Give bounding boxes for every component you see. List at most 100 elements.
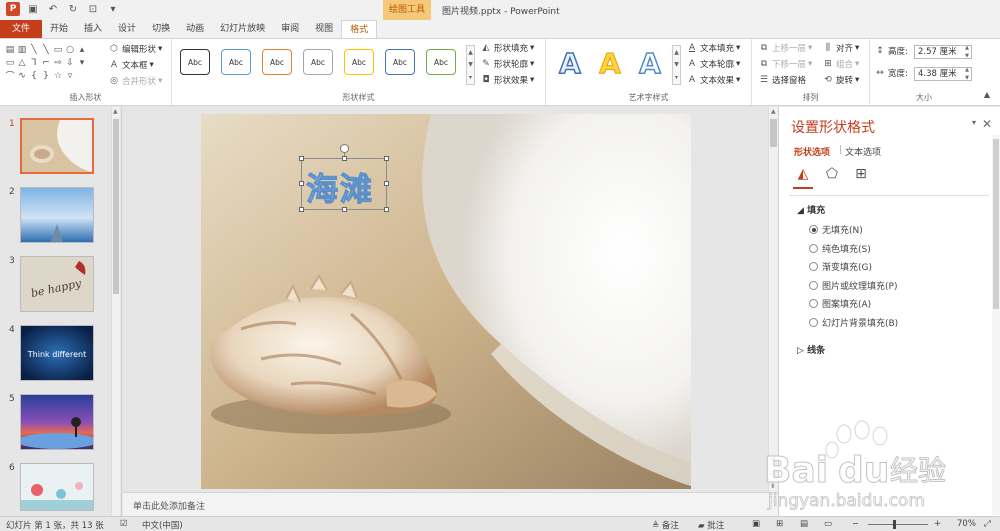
rotate-handle[interactable] — [340, 144, 349, 153]
triangle-shape-icon[interactable]: △ — [16, 56, 28, 69]
tab-review[interactable]: 审阅 — [273, 20, 307, 38]
powerpoint-logo-icon[interactable]: P — [6, 2, 20, 16]
tab-design[interactable]: 设计 — [110, 20, 144, 38]
wordart-gallery-scroll[interactable]: ▲ ▼ ▾ — [672, 45, 681, 85]
comments-toggle-button[interactable]: ▰ 批注 — [698, 519, 724, 531]
tab-home[interactable]: 开始 — [42, 20, 76, 38]
wordart-style-white-blue[interactable]: A — [632, 46, 668, 81]
width-spinner[interactable]: ▲ ▼ — [963, 67, 971, 81]
shape-style-preset[interactable]: Abc — [221, 49, 251, 75]
resize-handle[interactable] — [384, 156, 389, 161]
resize-handle[interactable] — [299, 181, 304, 186]
format-pane-scroll-thumb[interactable] — [993, 139, 999, 309]
more-shapes-icon[interactable]: ▴ — [76, 43, 88, 56]
radio-button[interactable] — [809, 317, 818, 327]
resize-handle[interactable] — [384, 181, 389, 186]
text-fill-button[interactable]: A 文本填充 ▾ — [686, 42, 740, 54]
zoom-slider[interactable] — [868, 524, 928, 525]
group-button[interactable]: ⊞ 组合 ▾ — [822, 58, 859, 70]
start-slideshow-icon[interactable]: ⊡ — [86, 2, 100, 16]
thumbnail-panel-scrollbar[interactable]: ▲ — [111, 107, 120, 516]
line-shape-icon[interactable]: ╲ — [40, 43, 52, 56]
customize-qat-icon[interactable]: ▾ — [106, 2, 120, 16]
tab-shape-options[interactable]: 形状选项 — [794, 145, 830, 158]
zoom-out-icon[interactable]: − — [852, 519, 859, 529]
close-icon[interactable]: ✕ — [982, 117, 992, 131]
fill-option[interactable]: 图片或纹理填充(P) — [809, 279, 897, 292]
shape-style-preset[interactable]: Abc — [385, 49, 415, 75]
style-gallery-scroll[interactable]: ▲ ▼ ▾ — [466, 45, 475, 85]
connector-icon[interactable]: ⌐ — [40, 56, 52, 69]
rotate-button[interactable]: ⟲ 旋转 ▾ — [822, 74, 859, 86]
freeform-icon[interactable]: ∿ — [16, 69, 28, 82]
thumbnail-scroll-thumb[interactable] — [113, 119, 119, 294]
fit-slide-icon[interactable]: ⤢ — [984, 519, 991, 529]
shape-style-preset[interactable]: Abc — [303, 49, 333, 75]
slide-thumbnail-1[interactable] — [20, 118, 94, 174]
shapes-gallery[interactable]: ▤ ▥ ╲ ╲ ▭ ○ ▴ ▭ △ ⅂ ⌐ ⇨ ⇩ ▾ ⌒ ∿ { } ☆ ▿ — [4, 43, 100, 83]
zoom-in-icon[interactable]: + — [934, 519, 941, 529]
radio-button[interactable] — [809, 262, 818, 271]
star-shape-icon[interactable]: ☆ — [52, 69, 64, 82]
resize-handle[interactable] — [384, 207, 389, 212]
wordart-style-gold[interactable]: A — [592, 47, 628, 81]
vertical-textbox-shape-icon[interactable]: ▥ — [16, 43, 28, 56]
line-shape-icon[interactable]: ╲ — [28, 43, 40, 56]
notes-toggle-button[interactable]: ≜ 备注 — [652, 519, 679, 531]
more-shapes-icon[interactable]: ▾ — [76, 56, 88, 69]
slide-thumbnail-3[interactable]: be happy — [20, 256, 94, 312]
tab-insert[interactable]: 插入 — [76, 20, 110, 38]
zoom-slider-thumb[interactable] — [893, 520, 896, 529]
zoom-level[interactable]: 70% — [957, 519, 976, 529]
send-backward-button[interactable]: ⧉ 下移一层 ▾ — [758, 58, 813, 70]
current-slide[interactable]: 海滩 — [201, 114, 691, 489]
normal-view-icon[interactable]: ▣ — [752, 519, 760, 529]
effects-pentagon-icon[interactable]: ⬠ — [823, 165, 841, 183]
pane-options-icon[interactable]: ▾ — [972, 118, 976, 127]
resize-handle[interactable] — [299, 207, 304, 212]
tab-animations[interactable]: 动画 — [178, 20, 212, 38]
bring-forward-button[interactable]: ⧉ 上移一层 ▾ — [758, 42, 813, 54]
language-indicator[interactable]: 中文(中国) — [142, 519, 183, 531]
slideshow-view-icon[interactable]: ▭ — [824, 519, 832, 529]
textbox-shape-icon[interactable]: ▤ — [4, 43, 16, 56]
height-spinner[interactable]: ▲ ▼ — [963, 45, 971, 59]
expand-gallery-icon[interactable]: ▿ — [64, 69, 76, 82]
slide-thumbnail-5[interactable] — [20, 394, 94, 450]
fill-option[interactable]: 无填充(N) — [809, 223, 863, 236]
merge-shapes-button[interactable]: ◎ 合并形状 ▾ — [108, 75, 162, 87]
notes-pane[interactable]: 单击此处添加备注 — [123, 492, 778, 516]
align-button[interactable]: ⫼ 对齐 ▾ — [822, 42, 859, 54]
radio-button[interactable] — [809, 225, 818, 234]
fill-option[interactable]: 幻灯片背景填充(B) — [809, 316, 898, 329]
tab-view[interactable]: 视图 — [307, 20, 341, 38]
brace-left-icon[interactable]: { — [28, 69, 40, 82]
resize-handle[interactable] — [299, 156, 304, 161]
fill-option[interactable]: 渐变填充(G) — [809, 260, 872, 273]
tab-text-options[interactable]: 文本选项 — [845, 145, 881, 158]
arrow-right-shape-icon[interactable]: ⇨ — [52, 56, 64, 69]
tab-slideshow[interactable]: 幻灯片放映 — [212, 20, 273, 38]
line-section-header[interactable]: ▷ 线条 — [797, 343, 825, 356]
resize-handle[interactable] — [342, 156, 347, 161]
tab-file[interactable]: 文件 — [0, 20, 43, 38]
text-outline-button[interactable]: A 文本轮廓 ▾ — [686, 58, 740, 70]
shape-style-preset[interactable]: Abc — [180, 49, 210, 75]
slide-area-scroll-thumb[interactable] — [770, 119, 777, 147]
selected-text-box[interactable]: 海滩 — [299, 144, 389, 212]
brace-right-icon[interactable]: } — [40, 69, 52, 82]
elbow-connector-icon[interactable]: ⅂ — [28, 56, 40, 69]
shape-effects-button[interactable]: ◘ 形状效果 ▾ — [480, 74, 534, 86]
save-icon[interactable]: ▣ — [26, 2, 40, 16]
shape-style-preset[interactable]: Abc — [344, 49, 374, 75]
tab-format[interactable]: 格式 — [341, 20, 378, 38]
curve-shape-icon[interactable]: ⌒ — [4, 69, 16, 82]
size-properties-icon[interactable]: ⊞ — [852, 165, 870, 183]
slide-thumbnail-6[interactable] — [20, 463, 94, 511]
shape-style-preset[interactable]: Abc — [262, 49, 292, 75]
slide-sorter-icon[interactable]: ⊞ — [776, 519, 783, 529]
tab-transitions[interactable]: 切换 — [144, 20, 178, 38]
undo-icon[interactable]: ↶ — [46, 2, 60, 16]
spell-check-icon[interactable]: ☑ — [120, 519, 128, 529]
rectangle-shape-icon[interactable]: ▭ — [52, 43, 64, 56]
